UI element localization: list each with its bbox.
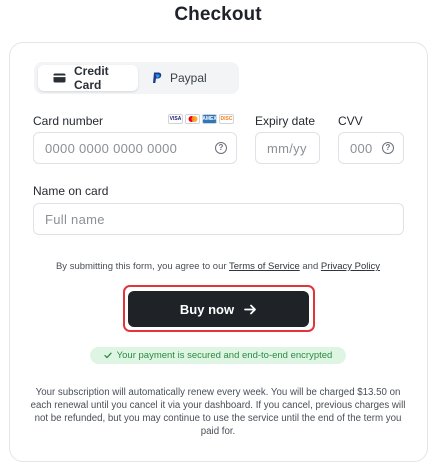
privacy-policy-link[interactable]: Privacy Policy xyxy=(321,261,380,272)
help-icon[interactable]: ? xyxy=(215,142,227,154)
mastercard-icon xyxy=(185,114,200,124)
paypal-icon xyxy=(152,72,162,84)
card-number-field[interactable]: ? xyxy=(33,132,237,164)
help-icon[interactable]: ? xyxy=(382,142,394,154)
buy-now-button[interactable]: Buy now xyxy=(128,291,309,327)
name-on-card-label: Name on card xyxy=(33,184,109,198)
card-number-label: Card number xyxy=(33,114,104,128)
cvv-label: CVV xyxy=(338,114,363,128)
amex-icon: AMEX xyxy=(202,114,217,124)
buy-now-label: Buy now xyxy=(179,301,235,317)
cvv-field[interactable]: ? xyxy=(338,132,404,164)
agreement-text: By submitting this form, you agree to ou… xyxy=(0,261,436,272)
cvv-input[interactable] xyxy=(350,140,403,156)
visa-icon: VISA xyxy=(168,114,183,124)
tab-credit-card[interactable]: Credit Card xyxy=(38,64,138,92)
credit-card-icon xyxy=(53,73,66,83)
secure-payment-badge: Your payment is secured and end-to-end e… xyxy=(90,347,346,364)
discover-icon: DISC xyxy=(219,114,234,124)
page-title: Checkout xyxy=(174,4,262,25)
terms-of-service-link[interactable]: Terms of Service xyxy=(229,261,300,272)
name-on-card-field[interactable] xyxy=(33,203,404,235)
expiry-date-input[interactable] xyxy=(267,140,319,156)
secure-payment-text: Your payment is secured and end-to-end e… xyxy=(116,350,333,361)
subscription-terms: Your subscription will automatically ren… xyxy=(30,387,406,437)
agreement-middle: and xyxy=(299,261,321,272)
card-brands: VISA AMEX DISC xyxy=(168,114,234,124)
tab-paypal-label: Paypal xyxy=(170,71,207,85)
tab-credit-card-label: Credit Card xyxy=(74,64,109,92)
expiry-date-label: Expiry date xyxy=(255,114,316,128)
card-number-input[interactable] xyxy=(45,140,236,156)
tab-paypal[interactable]: Paypal xyxy=(150,65,230,91)
agreement-prefix: By submitting this form, you agree to ou… xyxy=(55,261,229,272)
check-icon xyxy=(104,352,112,359)
payment-method-tabs: Credit Card Paypal xyxy=(34,62,239,94)
full-name-input[interactable] xyxy=(45,211,403,227)
expiry-date-field[interactable] xyxy=(255,132,320,164)
arrow-right-icon xyxy=(244,304,257,315)
